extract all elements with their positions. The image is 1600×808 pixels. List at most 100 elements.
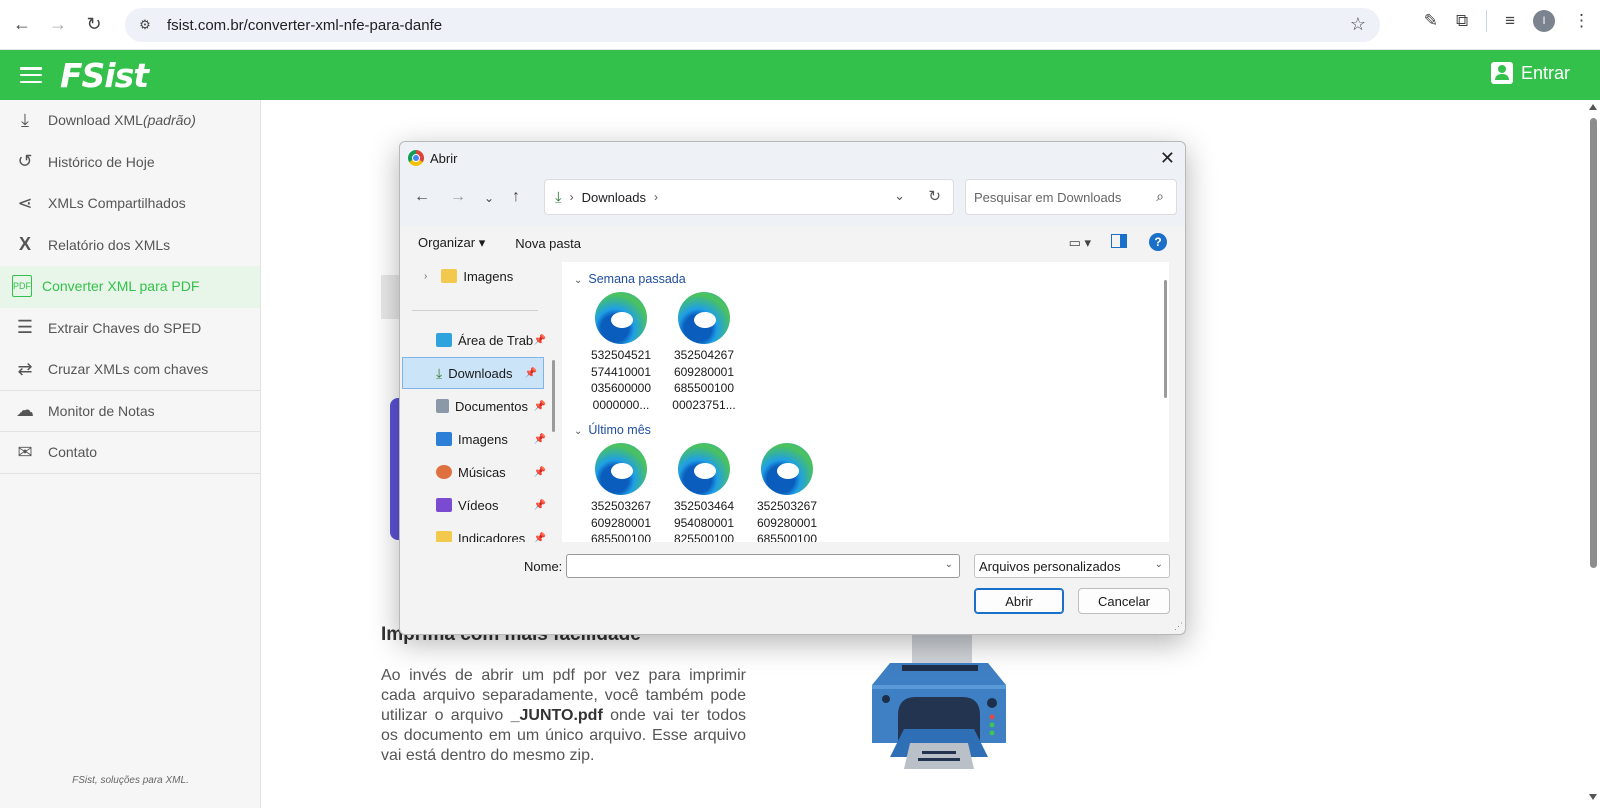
nav-item-imagens[interactable]: Imagens 📌: [402, 423, 552, 455]
resize-grip-icon[interactable]: ⋰: [1174, 621, 1183, 632]
login-button[interactable]: Entrar: [1490, 62, 1570, 84]
bookmark-star-icon[interactable]: ☆: [1350, 14, 1366, 35]
new-folder-button[interactable]: Nova pasta: [515, 236, 581, 251]
file-name-line: 532504521: [590, 348, 652, 362]
nav-item-label: Documentos: [455, 398, 528, 414]
up-arrow-icon[interactable]: ↑: [512, 188, 520, 206]
file-item[interactable]: 532504521 574410001 035600000 0000000...: [580, 292, 662, 413]
file-name-line: 035600000: [590, 381, 652, 395]
file-item[interactable]: 352503267 609280001 685500100: [746, 443, 828, 542]
sidebar-item-download-xml[interactable]: ⤓ Download XML (padrão): [0, 100, 260, 142]
chevron-right-icon[interactable]: ›: [654, 190, 658, 204]
back-arrow-icon[interactable]: ←: [414, 188, 430, 206]
group-header-ultimo-mes[interactable]: ⌄ Último mês: [574, 423, 651, 437]
nav-item-desktop[interactable]: Área de Trab 📌: [402, 324, 552, 356]
organize-button[interactable]: Organizar ▾: [418, 235, 485, 251]
hamburger-menu-icon[interactable]: [20, 67, 42, 83]
sidebar-item-compartilhados[interactable]: ⋖ XMLs Compartilhados: [0, 183, 260, 225]
nav-item-indicadores[interactable]: Indicadores 📌: [402, 522, 552, 542]
breadcrumb-downloads[interactable]: Downloads: [582, 190, 646, 205]
chevron-right-icon[interactable]: ›: [424, 271, 427, 282]
dialog-address-bar[interactable]: ⤓ › Downloads › ⌄ ↻: [544, 179, 954, 215]
file-type-value: Arquivos personalizados: [979, 558, 1121, 574]
reload-icon[interactable]: ↻: [80, 11, 108, 39]
group-header-label: Último mês: [588, 423, 651, 437]
open-button[interactable]: Abrir: [974, 588, 1064, 614]
dialog-toolbar: Organizar ▾ Nova pasta ▭ ▾ ?: [400, 226, 1185, 260]
scroll-up-icon[interactable]: [1589, 104, 1597, 110]
dialog-file-list: ⌄ Semana passada 532504521 574410001 0356…: [562, 262, 1169, 542]
cancel-button[interactable]: Cancelar: [1078, 588, 1170, 614]
desktop-icon: [436, 333, 452, 347]
file-name-input[interactable]: ⌄: [566, 554, 960, 578]
forward-icon[interactable]: →: [44, 11, 72, 39]
forward-arrow-icon[interactable]: →: [450, 188, 466, 206]
lines-icon: ☰: [16, 317, 34, 338]
sidebar-item-extrair-chaves[interactable]: ☰ Extrair Chaves do SPED: [0, 308, 260, 350]
nav-item-musicas[interactable]: Músicas 📌: [402, 456, 552, 488]
back-icon[interactable]: ←: [8, 11, 36, 39]
excel-icon: X: [18, 234, 31, 255]
toolbar-divider: [1486, 10, 1488, 32]
close-icon[interactable]: ✕: [1160, 148, 1175, 169]
file-name-line: 00023751...: [672, 397, 736, 412]
nav-pane-scrollbar[interactable]: [552, 360, 555, 432]
media-icon[interactable]: ≡: [1505, 11, 1515, 31]
extensions-icon[interactable]: ⧉: [1456, 11, 1468, 31]
organize-label: Organizar: [418, 235, 476, 250]
help-icon[interactable]: ?: [1149, 233, 1167, 251]
folder-icon: [436, 531, 452, 542]
pin-icon: 📌: [533, 466, 546, 478]
chevron-down-icon[interactable]: ⌄: [945, 559, 953, 570]
edge-file-icon: [678, 292, 730, 344]
file-type-select[interactable]: Arquivos personalizados ⌄: [974, 554, 1170, 578]
file-item[interactable]: 352504267 609280001 685500100 00023751..…: [663, 292, 745, 413]
scrollbar-thumb[interactable]: [1590, 118, 1597, 568]
preview-pane-icon[interactable]: [1111, 234, 1127, 248]
dialog-search-input[interactable]: Pesquisar em Downloads ⌕: [965, 179, 1177, 215]
sidebar-item-cruzar-xmls[interactable]: ⇄ Cruzar XMLs com chaves: [0, 349, 260, 391]
url-text[interactable]: fsist.com.br/converter-xml-nfe-para-danf…: [167, 17, 442, 34]
nav-item-downloads[interactable]: ⤓ Downloads 📌: [402, 357, 544, 389]
search-icon[interactable]: ⌕: [1156, 188, 1164, 205]
address-bar[interactable]: ⚙ fsist.com.br/converter-xml-nfe-para-da…: [125, 8, 1380, 42]
nav-item-videos[interactable]: Vídeos 📌: [402, 489, 552, 521]
profile-avatar[interactable]: I: [1533, 10, 1555, 32]
folder-icon: [441, 269, 458, 283]
recent-locations-icon[interactable]: ⌄: [484, 191, 494, 205]
eyedropper-icon[interactable]: ✎: [1424, 11, 1438, 31]
site-info-icon[interactable]: ⚙: [135, 15, 155, 35]
sidebar-item-label: Contato: [48, 444, 98, 461]
file-name-line: 954080001: [673, 515, 735, 530]
nav-tree-imagens[interactable]: › Imagens: [402, 260, 552, 292]
user-icon: [1490, 62, 1513, 84]
menu-dots-icon[interactable]: ⋮: [1573, 11, 1590, 31]
sidebar-item-historico[interactable]: ↺ Histórico de Hoje: [0, 142, 260, 184]
sidebar-item-contato[interactable]: ✉ Contato: [0, 432, 260, 474]
file-name-line: 685500100: [673, 381, 735, 395]
chevron-down-icon[interactable]: ⌄: [894, 188, 905, 204]
sidebar-item-converter-pdf[interactable]: PDF Converter XML para PDF: [0, 266, 260, 308]
sidebar-item-monitor[interactable]: ☁ Monitor de Notas: [0, 391, 260, 432]
site-logo[interactable]: FSist: [60, 56, 149, 95]
nav-item-label: Vídeos: [458, 497, 499, 513]
file-open-dialog: Abrir ✕ ← → ⌄ ↑ ⤓ › Downloads › ⌄ ↻ Pesq…: [399, 141, 1186, 635]
pin-icon: 📌: [533, 400, 546, 412]
file-item[interactable]: 352503267 609280001 685500100: [580, 443, 662, 542]
page-scrollbar[interactable]: [1586, 100, 1600, 808]
nav-item-label: Músicas: [458, 464, 506, 480]
pin-icon: 📌: [524, 367, 537, 379]
nav-item-documentos[interactable]: Documentos 📌: [402, 390, 552, 422]
file-name-label: Nome:: [524, 559, 563, 574]
sidebar-item-label: Relatório dos XMLs: [48, 236, 171, 253]
sidebar-item-relatorio[interactable]: X Relatório dos XMLs: [0, 225, 260, 267]
search-placeholder: Pesquisar em Downloads: [974, 189, 1122, 205]
file-list-scrollbar[interactable]: [1164, 280, 1167, 398]
view-options-icon[interactable]: ▭ ▾: [1069, 235, 1091, 251]
group-header-semana-passada[interactable]: ⌄ Semana passada: [574, 272, 686, 286]
refresh-icon[interactable]: ↻: [928, 187, 941, 205]
scroll-down-icon[interactable]: [1589, 794, 1597, 800]
file-item[interactable]: 352503464 954080001 825500100: [663, 443, 745, 542]
mail-icon: ✉: [17, 441, 33, 462]
chevron-right-icon: ›: [569, 190, 574, 204]
